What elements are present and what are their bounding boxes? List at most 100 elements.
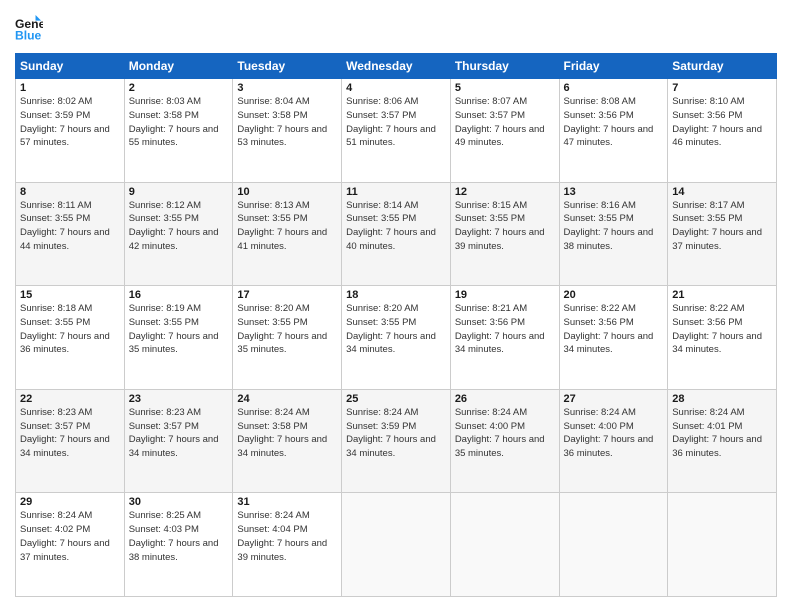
calendar-cell: 22Sunrise: 8:23 AMSunset: 3:57 PMDayligh… bbox=[16, 389, 125, 493]
calendar-cell: 17Sunrise: 8:20 AMSunset: 3:55 PMDayligh… bbox=[233, 286, 342, 390]
calendar-cell: 4Sunrise: 8:06 AMSunset: 3:57 PMDaylight… bbox=[342, 79, 451, 183]
day-number: 13 bbox=[564, 186, 664, 198]
calendar-cell bbox=[342, 493, 451, 597]
day-number: 17 bbox=[237, 289, 337, 301]
day-info: Sunrise: 8:24 AMSunset: 3:59 PMDaylight:… bbox=[346, 406, 446, 461]
calendar-cell: 31Sunrise: 8:24 AMSunset: 4:04 PMDayligh… bbox=[233, 493, 342, 597]
day-number: 29 bbox=[20, 496, 120, 508]
day-info: Sunrise: 8:22 AMSunset: 3:56 PMDaylight:… bbox=[564, 302, 664, 357]
day-number: 6 bbox=[564, 82, 664, 94]
calendar-cell: 26Sunrise: 8:24 AMSunset: 4:00 PMDayligh… bbox=[450, 389, 559, 493]
day-number: 24 bbox=[237, 393, 337, 405]
day-number: 23 bbox=[129, 393, 229, 405]
day-number: 2 bbox=[129, 82, 229, 94]
calendar-cell: 1Sunrise: 8:02 AMSunset: 3:59 PMDaylight… bbox=[16, 79, 125, 183]
day-number: 3 bbox=[237, 82, 337, 94]
day-info: Sunrise: 8:24 AMSunset: 4:00 PMDaylight:… bbox=[564, 406, 664, 461]
day-info: Sunrise: 8:03 AMSunset: 3:58 PMDaylight:… bbox=[129, 95, 229, 150]
day-number: 15 bbox=[20, 289, 120, 301]
logo-icon: General Blue bbox=[15, 15, 43, 43]
day-info: Sunrise: 8:13 AMSunset: 3:55 PMDaylight:… bbox=[237, 199, 337, 254]
calendar-cell: 3Sunrise: 8:04 AMSunset: 3:58 PMDaylight… bbox=[233, 79, 342, 183]
day-number: 25 bbox=[346, 393, 446, 405]
day-info: Sunrise: 8:25 AMSunset: 4:03 PMDaylight:… bbox=[129, 509, 229, 564]
day-number: 10 bbox=[237, 186, 337, 198]
day-number: 19 bbox=[455, 289, 555, 301]
day-number: 12 bbox=[455, 186, 555, 198]
calendar-cell: 19Sunrise: 8:21 AMSunset: 3:56 PMDayligh… bbox=[450, 286, 559, 390]
calendar-cell: 18Sunrise: 8:20 AMSunset: 3:55 PMDayligh… bbox=[342, 286, 451, 390]
day-number: 11 bbox=[346, 186, 446, 198]
day-number: 8 bbox=[20, 186, 120, 198]
day-info: Sunrise: 8:11 AMSunset: 3:55 PMDaylight:… bbox=[20, 199, 120, 254]
day-info: Sunrise: 8:24 AMSunset: 4:04 PMDaylight:… bbox=[237, 509, 337, 564]
day-info: Sunrise: 8:07 AMSunset: 3:57 PMDaylight:… bbox=[455, 95, 555, 150]
calendar-cell: 6Sunrise: 8:08 AMSunset: 3:56 PMDaylight… bbox=[559, 79, 668, 183]
header: General Blue bbox=[15, 15, 777, 43]
calendar-cell: 9Sunrise: 8:12 AMSunset: 3:55 PMDaylight… bbox=[124, 182, 233, 286]
week-row-4: 22Sunrise: 8:23 AMSunset: 3:57 PMDayligh… bbox=[16, 389, 777, 493]
day-number: 22 bbox=[20, 393, 120, 405]
day-number: 5 bbox=[455, 82, 555, 94]
day-number: 14 bbox=[672, 186, 772, 198]
day-info: Sunrise: 8:20 AMSunset: 3:55 PMDaylight:… bbox=[346, 302, 446, 357]
weekday-header-monday: Monday bbox=[124, 54, 233, 79]
calendar-cell: 15Sunrise: 8:18 AMSunset: 3:55 PMDayligh… bbox=[16, 286, 125, 390]
day-number: 30 bbox=[129, 496, 229, 508]
day-info: Sunrise: 8:24 AMSunset: 4:00 PMDaylight:… bbox=[455, 406, 555, 461]
calendar-cell: 21Sunrise: 8:22 AMSunset: 3:56 PMDayligh… bbox=[668, 286, 777, 390]
day-number: 20 bbox=[564, 289, 664, 301]
calendar-cell: 8Sunrise: 8:11 AMSunset: 3:55 PMDaylight… bbox=[16, 182, 125, 286]
day-number: 18 bbox=[346, 289, 446, 301]
calendar-cell bbox=[450, 493, 559, 597]
day-info: Sunrise: 8:23 AMSunset: 3:57 PMDaylight:… bbox=[129, 406, 229, 461]
weekday-header-wednesday: Wednesday bbox=[342, 54, 451, 79]
calendar-cell: 10Sunrise: 8:13 AMSunset: 3:55 PMDayligh… bbox=[233, 182, 342, 286]
day-info: Sunrise: 8:06 AMSunset: 3:57 PMDaylight:… bbox=[346, 95, 446, 150]
calendar-cell: 2Sunrise: 8:03 AMSunset: 3:58 PMDaylight… bbox=[124, 79, 233, 183]
calendar-cell: 11Sunrise: 8:14 AMSunset: 3:55 PMDayligh… bbox=[342, 182, 451, 286]
day-info: Sunrise: 8:02 AMSunset: 3:59 PMDaylight:… bbox=[20, 95, 120, 150]
day-number: 31 bbox=[237, 496, 337, 508]
calendar-cell: 29Sunrise: 8:24 AMSunset: 4:02 PMDayligh… bbox=[16, 493, 125, 597]
day-info: Sunrise: 8:12 AMSunset: 3:55 PMDaylight:… bbox=[129, 199, 229, 254]
day-info: Sunrise: 8:22 AMSunset: 3:56 PMDaylight:… bbox=[672, 302, 772, 357]
logo: General Blue bbox=[15, 15, 43, 43]
calendar-cell: 24Sunrise: 8:24 AMSunset: 3:58 PMDayligh… bbox=[233, 389, 342, 493]
svg-text:Blue: Blue bbox=[15, 28, 42, 42]
calendar-cell: 23Sunrise: 8:23 AMSunset: 3:57 PMDayligh… bbox=[124, 389, 233, 493]
calendar-cell: 28Sunrise: 8:24 AMSunset: 4:01 PMDayligh… bbox=[668, 389, 777, 493]
week-row-1: 1Sunrise: 8:02 AMSunset: 3:59 PMDaylight… bbox=[16, 79, 777, 183]
day-info: Sunrise: 8:24 AMSunset: 3:58 PMDaylight:… bbox=[237, 406, 337, 461]
calendar-cell: 5Sunrise: 8:07 AMSunset: 3:57 PMDaylight… bbox=[450, 79, 559, 183]
calendar-cell: 27Sunrise: 8:24 AMSunset: 4:00 PMDayligh… bbox=[559, 389, 668, 493]
day-number: 1 bbox=[20, 82, 120, 94]
calendar-cell: 25Sunrise: 8:24 AMSunset: 3:59 PMDayligh… bbox=[342, 389, 451, 493]
weekday-header-tuesday: Tuesday bbox=[233, 54, 342, 79]
day-info: Sunrise: 8:14 AMSunset: 3:55 PMDaylight:… bbox=[346, 199, 446, 254]
day-info: Sunrise: 8:23 AMSunset: 3:57 PMDaylight:… bbox=[20, 406, 120, 461]
calendar-table: SundayMondayTuesdayWednesdayThursdayFrid… bbox=[15, 53, 777, 597]
page: General Blue SundayMondayTuesdayWednesda… bbox=[0, 0, 792, 612]
day-number: 9 bbox=[129, 186, 229, 198]
week-row-3: 15Sunrise: 8:18 AMSunset: 3:55 PMDayligh… bbox=[16, 286, 777, 390]
day-info: Sunrise: 8:15 AMSunset: 3:55 PMDaylight:… bbox=[455, 199, 555, 254]
day-number: 27 bbox=[564, 393, 664, 405]
day-number: 28 bbox=[672, 393, 772, 405]
calendar-cell: 14Sunrise: 8:17 AMSunset: 3:55 PMDayligh… bbox=[668, 182, 777, 286]
day-info: Sunrise: 8:18 AMSunset: 3:55 PMDaylight:… bbox=[20, 302, 120, 357]
week-row-5: 29Sunrise: 8:24 AMSunset: 4:02 PMDayligh… bbox=[16, 493, 777, 597]
day-info: Sunrise: 8:24 AMSunset: 4:01 PMDaylight:… bbox=[672, 406, 772, 461]
day-info: Sunrise: 8:10 AMSunset: 3:56 PMDaylight:… bbox=[672, 95, 772, 150]
calendar-cell: 30Sunrise: 8:25 AMSunset: 4:03 PMDayligh… bbox=[124, 493, 233, 597]
day-number: 7 bbox=[672, 82, 772, 94]
weekday-header-saturday: Saturday bbox=[668, 54, 777, 79]
day-number: 16 bbox=[129, 289, 229, 301]
weekday-header-thursday: Thursday bbox=[450, 54, 559, 79]
calendar-cell bbox=[668, 493, 777, 597]
day-info: Sunrise: 8:08 AMSunset: 3:56 PMDaylight:… bbox=[564, 95, 664, 150]
week-row-2: 8Sunrise: 8:11 AMSunset: 3:55 PMDaylight… bbox=[16, 182, 777, 286]
day-info: Sunrise: 8:16 AMSunset: 3:55 PMDaylight:… bbox=[564, 199, 664, 254]
calendar-cell: 12Sunrise: 8:15 AMSunset: 3:55 PMDayligh… bbox=[450, 182, 559, 286]
day-info: Sunrise: 8:21 AMSunset: 3:56 PMDaylight:… bbox=[455, 302, 555, 357]
